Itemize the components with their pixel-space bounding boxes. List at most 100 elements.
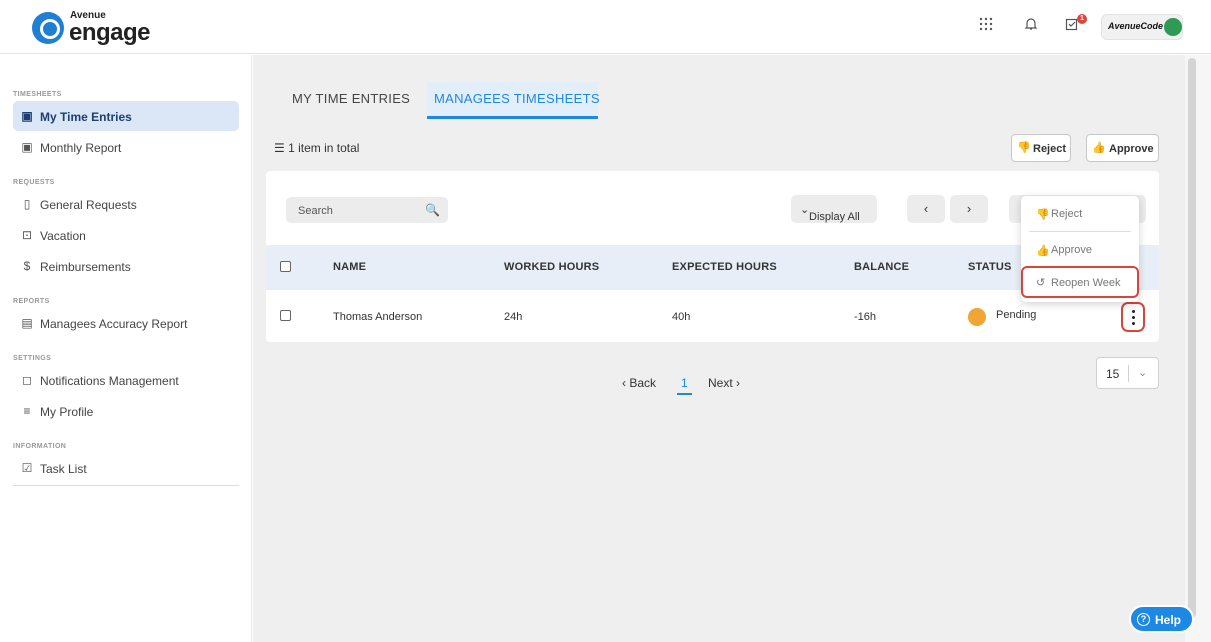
search-icon[interactable]: 🔍 <box>425 203 440 217</box>
pagination-page-current[interactable]: 1 <box>677 376 692 395</box>
menu-item-reopen-week[interactable]: ↺ Reopen Week <box>1021 266 1139 298</box>
thumbs-down-icon: 👎 <box>1017 142 1031 154</box>
sidebar-item-notifications-management[interactable]: ◻ Notifications Management <box>13 365 239 395</box>
sidebar-item-label: My Profile <box>40 405 94 419</box>
pagination-back-button[interactable]: ‹ Back <box>622 376 656 390</box>
row-actions-kebab-icon[interactable] <box>1121 302 1145 332</box>
column-header-name[interactable]: NAME <box>333 261 366 273</box>
clipboard-icon: ▯ <box>23 197 31 211</box>
sidebar-item-label: Task List <box>40 462 87 476</box>
column-header-balance[interactable]: BALANCE <box>854 261 909 273</box>
help-button[interactable]: ? Help <box>1129 605 1194 633</box>
column-header-status[interactable]: STATUS <box>968 261 1012 273</box>
sidebar-section-title: REQUESTS <box>13 179 55 186</box>
approve-label: Approve <box>1109 143 1154 155</box>
user-avatar-icon <box>1164 18 1182 36</box>
search-placeholder: Search <box>298 205 333 217</box>
sidebar-item-label: General Requests <box>40 198 137 212</box>
sidebar-item-my-time-entries[interactable]: ▣ My Time Entries <box>13 101 239 131</box>
sidebar-item-managees-accuracy-report[interactable]: ▤ Managees Accuracy Report <box>13 308 239 338</box>
sidebar-item-label: Monthly Report <box>40 141 122 155</box>
menu-item-label: Reject <box>1051 208 1083 220</box>
menu-item-approve[interactable]: 👍 Approve <box>1026 237 1134 263</box>
calendar-icon: ▣ <box>21 109 33 123</box>
display-filter-label: Display All ⌄ <box>800 204 860 223</box>
thumbs-up-icon: 👍 <box>1036 245 1050 257</box>
sidebar-item-vacation[interactable]: ⊡ Vacation <box>13 220 239 250</box>
total-text: 1 item in total <box>288 141 360 155</box>
select-all-checkbox[interactable] <box>280 261 291 272</box>
apps-grid-icon[interactable] <box>976 17 996 37</box>
notification-badge: 1 <box>1077 14 1087 24</box>
logo-mark-icon <box>32 12 64 44</box>
tab-label: MY TIME ENTRIES <box>292 91 411 106</box>
menu-item-reject[interactable]: 👎 Reject <box>1026 201 1134 227</box>
sidebar-item-label: Vacation <box>40 229 86 243</box>
display-filter-dropdown[interactable]: Display All ⌄ <box>791 195 877 223</box>
sidebar: TIMESHEETS ▣ My Time Entries ▣ Monthly R… <box>0 55 252 642</box>
cell-worked-hours: 24h <box>504 311 523 323</box>
sidebar-section-title: SETTINGS <box>13 355 52 362</box>
account-switcher[interactable]: AvenueCode <box>1101 14 1183 40</box>
sidebar-item-monthly-report[interactable]: ▣ Monthly Report <box>13 132 239 162</box>
tab-managees-timesheets[interactable]: MANAGEES TIMESHEETS <box>427 82 600 119</box>
sidebar-section-title: INFORMATION <box>13 443 67 450</box>
sidebar-item-general-requests[interactable]: ▯ General Requests <box>13 189 239 219</box>
thumbs-up-icon: 👍 <box>1092 142 1106 154</box>
tab-my-time-entries[interactable]: MY TIME ENTRIES <box>292 82 412 119</box>
approve-button[interactable]: 👍 Approve <box>1086 134 1159 162</box>
tab-label: MANAGEES TIMESHEETS <box>434 91 600 106</box>
sidebar-item-label: My Time Entries <box>40 110 132 124</box>
app-logo[interactable]: Avenue engage <box>32 9 152 47</box>
page-size-value: 15 <box>1106 367 1120 381</box>
top-header: Avenue engage 1 AvenueCode <box>0 0 1211 54</box>
list-icon: ☰ <box>274 141 285 155</box>
menu-item-label: Approve <box>1051 244 1092 256</box>
document-icon: ▤ <box>21 316 33 330</box>
chat-bubble-icon: ◻ <box>22 373 32 387</box>
row-checkbox[interactable] <box>280 310 291 321</box>
next-week-button[interactable]: › <box>950 195 988 223</box>
reject-button[interactable]: 👎 Reject <box>1011 134 1071 162</box>
cell-expected-hours: 40h <box>672 311 691 323</box>
sidebar-item-label: Notifications Management <box>40 374 179 388</box>
sidebar-section-title: TIMESHEETS <box>13 91 62 98</box>
row-actions-menu: 👎 Reject 👍 Approve ↺ Reopen Week <box>1021 196 1139 302</box>
search-input[interactable]: Search 🔍 <box>286 197 448 223</box>
list-icon: ≡ <box>23 404 31 418</box>
total-count: ☰ 1 item in total <box>274 141 359 155</box>
sidebar-item-reimbursements[interactable]: $ Reimbursements <box>13 251 239 281</box>
menu-divider <box>1029 231 1131 232</box>
bell-icon[interactable] <box>1021 17 1041 37</box>
sidebar-item-label: Managees Accuracy Report <box>40 317 188 331</box>
sidebar-item-task-list[interactable]: ☑ Task List <box>13 453 239 483</box>
thumbs-down-icon: 👎 <box>1036 209 1050 221</box>
page-size-select[interactable]: 15 ⌄ <box>1096 357 1159 389</box>
undo-icon: ↺ <box>1036 277 1046 289</box>
scrollbar-thumb[interactable] <box>1188 58 1196 618</box>
calendar-icon: ▣ <box>21 140 33 154</box>
cell-status: Pending <box>996 309 1037 321</box>
account-company-logo: AvenueCode <box>1108 21 1164 31</box>
logo-text-main: engage <box>69 19 151 46</box>
dollar-icon: $ <box>23 259 31 273</box>
column-header-worked-hours[interactable]: WORKED HOURS <box>504 261 599 273</box>
sidebar-divider <box>13 485 239 486</box>
status-dot <box>968 308 986 326</box>
sidebar-item-my-profile[interactable]: ≡ My Profile <box>13 396 239 426</box>
briefcase-icon: ⊡ <box>21 228 33 242</box>
help-icon: ? <box>1137 613 1150 626</box>
page-size-separator <box>1128 365 1129 382</box>
main-content: MY TIME ENTRIES MANAGEES TIMESHEETS ☰ 1 … <box>253 55 1185 642</box>
prev-week-button[interactable]: ‹ <box>907 195 945 223</box>
sidebar-item-label: Reimbursements <box>40 260 131 274</box>
menu-item-label: Reopen Week <box>1051 277 1121 289</box>
help-label: Help <box>1155 613 1182 627</box>
sidebar-section-title: REPORTS <box>13 298 50 305</box>
column-header-expected-hours[interactable]: EXPECTED HOURS <box>672 261 777 273</box>
pagination-next-button[interactable]: Next › <box>708 376 740 390</box>
cell-name: Thomas Anderson <box>333 311 423 323</box>
reject-label: Reject <box>1033 143 1067 155</box>
cell-balance: -16h <box>854 311 877 323</box>
chevron-down-icon: ⌄ <box>1138 367 1148 379</box>
